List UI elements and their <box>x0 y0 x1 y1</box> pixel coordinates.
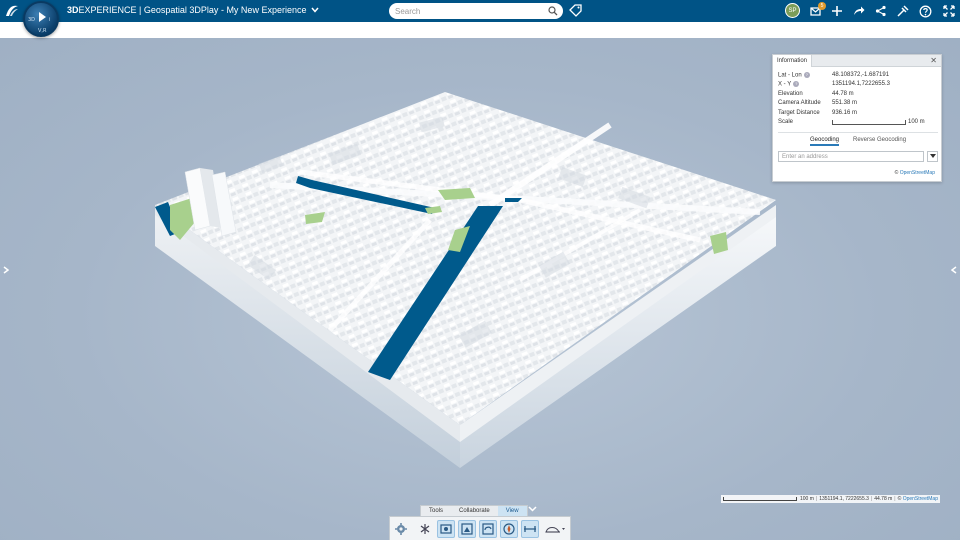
compass-widget[interactable]: 3D i V,R <box>23 1 59 37</box>
lat-lon-value: 48.108372,-1.687191 <box>832 72 890 78</box>
scale-value: 100 m <box>908 119 925 125</box>
app-name: Geospatial 3DPlay <box>143 5 219 15</box>
tools-icon[interactable] <box>895 3 911 19</box>
tag-icon[interactable] <box>569 4 582 17</box>
status-scale: 100 m <box>800 496 814 502</box>
x-y-label: X - Y? <box>778 81 800 88</box>
status-copyright: © <box>897 496 902 502</box>
camera-altitude-value: 551.38 m <box>832 100 858 106</box>
address-dropdown-button[interactable] <box>927 151 938 162</box>
camera-view-icon[interactable] <box>437 520 455 538</box>
render-mode-icon[interactable] <box>458 520 476 538</box>
notification-badge: 5 <box>818 2 826 10</box>
help-icon[interactable]: ? <box>803 72 810 78</box>
help-icon[interactable]: ? <box>793 81 800 87</box>
tab-tools[interactable]: Tools <box>421 506 451 516</box>
help-icon[interactable] <box>917 3 933 19</box>
top-bar: 3DEXPERIENCE | Geospatial 3DPlay - My Ne… <box>0 0 960 22</box>
measure-icon[interactable] <box>521 520 539 538</box>
share-icon[interactable] <box>851 3 867 19</box>
app-title[interactable]: 3DEXPERIENCE | Geospatial 3DPlay - My Ne… <box>67 5 319 15</box>
action-bar-tabs: Tools Collaborate View <box>420 505 528 516</box>
information-tab[interactable]: Information <box>773 55 813 67</box>
divider <box>778 132 938 133</box>
brand-separator: | <box>136 5 144 15</box>
status-osm-link[interactable]: OpenStreetMap <box>903 496 938 502</box>
camera-altitude-label: Camera Altitude <box>778 100 821 106</box>
user-avatar[interactable]: SP <box>785 3 800 18</box>
left-panel-toggle[interactable] <box>3 266 10 277</box>
information-panel: Information ✕ Lat - Lon? 48.108372,-1.68… <box>772 54 942 182</box>
status-coords: 1351194.1, 7222655.3 <box>819 496 869 502</box>
caret-down-icon <box>929 154 936 158</box>
view-settings-icon[interactable] <box>392 520 410 538</box>
osm-attribution: © OpenStreetMap <box>894 170 935 176</box>
rotate-view-icon[interactable] <box>479 520 497 538</box>
compass-label-bottom: V,R <box>38 28 47 34</box>
search-icon[interactable] <box>548 6 558 16</box>
right-panel-toggle[interactable] <box>950 266 957 277</box>
lighting-icon[interactable] <box>416 520 434 538</box>
tab-geocoding[interactable]: Geocoding <box>810 137 840 146</box>
x-y-value: 1351194.1,7222655.3 <box>832 81 890 87</box>
status-elevation: 44.78 m <box>874 496 893 502</box>
add-icon[interactable] <box>829 3 845 19</box>
elevation-value: 44.78 m <box>832 91 854 97</box>
tab-collaborate[interactable]: Collaborate <box>451 506 498 516</box>
action-bar <box>389 516 571 540</box>
elevation-label: Elevation <box>778 91 803 97</box>
status-bar: 100 m | 1351194.1, 7222655.3 | 44.78 m |… <box>721 495 940 503</box>
social-icon[interactable] <box>873 3 889 19</box>
status-scale-bar <box>723 497 797 501</box>
scale-bar <box>832 120 906 125</box>
compass-label-right: i <box>49 17 51 23</box>
brand-rest: EXPERIENCE <box>78 5 137 15</box>
fullscreen-icon[interactable] <box>941 3 957 19</box>
search-input[interactable] <box>395 4 543 18</box>
chevron-down-icon[interactable] <box>311 7 319 13</box>
compass-label-left: 3D <box>28 17 36 23</box>
tab-reverse-geocoding[interactable]: Reverse Geocoding <box>853 137 906 143</box>
play-icon[interactable] <box>39 12 46 22</box>
search-box[interactable] <box>389 3 563 19</box>
close-icon[interactable]: ✕ <box>930 56 937 66</box>
information-panel-header: Information ✕ <box>773 55 941 67</box>
compass-view-icon[interactable] <box>500 520 518 538</box>
section-view-icon[interactable] <box>544 520 568 538</box>
header-strip <box>0 22 960 38</box>
tab-view[interactable]: View <box>497 506 527 516</box>
lat-lon-label: Lat - Lon? <box>778 72 810 79</box>
target-distance-label: Target Distance <box>778 110 820 116</box>
osm-link[interactable]: OpenStreetMap <box>900 170 935 176</box>
target-distance-value: 936.16 m <box>832 110 858 116</box>
brand-bold: 3D <box>67 5 79 15</box>
experience-title: My New Experience <box>226 5 307 15</box>
scale-label: Scale <box>778 119 794 125</box>
dassault-logo-icon[interactable] <box>4 3 20 19</box>
collapse-action-bar-icon[interactable] <box>528 505 537 514</box>
address-input[interactable]: Enter an address <box>778 151 924 162</box>
